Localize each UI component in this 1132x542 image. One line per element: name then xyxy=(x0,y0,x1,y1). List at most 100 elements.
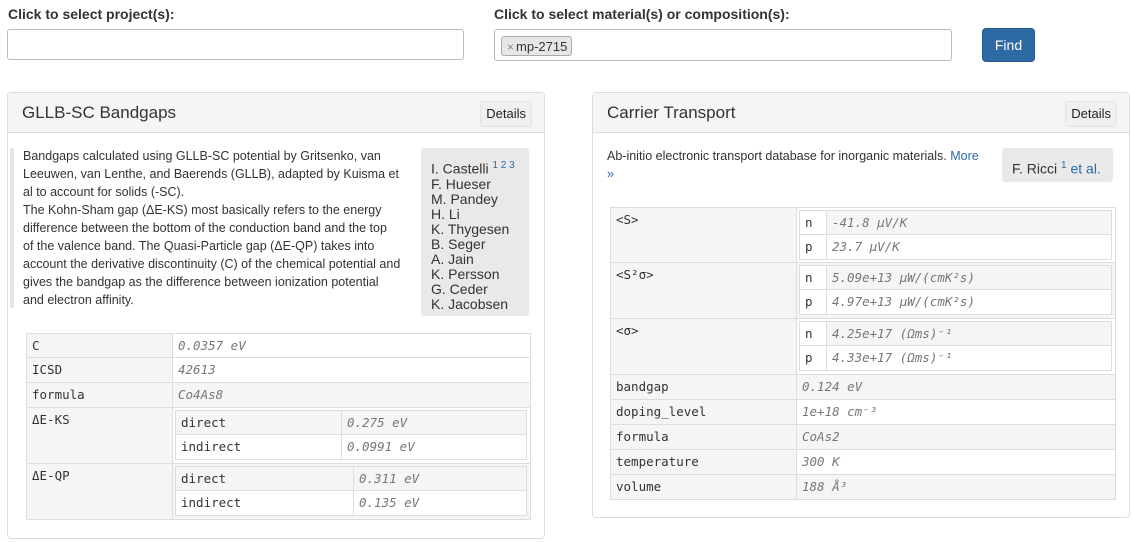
key-label: p xyxy=(805,239,813,254)
author-name[interactable]: B. Seger xyxy=(431,236,515,252)
find-button[interactable]: Find xyxy=(982,28,1035,62)
author-name[interactable]: F. Ricci xyxy=(1012,161,1057,177)
value-label: 0.0991 eV xyxy=(347,439,415,454)
table-value: 0.135 eV xyxy=(353,490,527,516)
key-label: n xyxy=(805,326,813,341)
panel-title: Carrier Transport xyxy=(607,103,736,122)
key-label: p xyxy=(805,294,813,309)
table-key: ΔE-KS xyxy=(26,407,173,464)
panel-header: GLLB-SC Bandgaps Details xyxy=(8,93,544,133)
table-value: 4.97e+13 μW/(cmK²s) xyxy=(826,289,1112,315)
table-key: direct xyxy=(175,410,342,435)
key-label: direct xyxy=(181,471,227,486)
table-key: C xyxy=(26,333,173,358)
table-key: temperature xyxy=(610,449,797,475)
key-label: n xyxy=(805,215,813,230)
value-label: 4.25e+17 (Ωms)⁻¹ xyxy=(832,326,953,341)
value-label: 0.124 eV xyxy=(802,379,863,394)
table-key: <S> xyxy=(610,207,797,263)
table-value: 1e+18 cm⁻³ xyxy=(796,399,1116,425)
table-key: ICSD xyxy=(26,357,173,383)
value-label: 1e+18 cm⁻³ xyxy=(802,404,878,419)
author-name[interactable]: G. Ceder xyxy=(431,281,515,297)
table-value: 0.0357 eV xyxy=(172,333,531,358)
project-label: Click to select project(s): xyxy=(8,6,175,22)
description-text: Ab-initio electronic transport database … xyxy=(607,149,947,163)
description: Ab-initio electronic transport database … xyxy=(607,147,1003,183)
table-key: ΔE-QP xyxy=(26,463,173,520)
table-value: Co4As8 xyxy=(172,382,531,408)
more-link[interactable]: More xyxy=(950,149,978,163)
value-label: 42613 xyxy=(178,362,216,377)
description-line: gives the bandgap as the difference betw… xyxy=(23,275,379,289)
key-label: doping_level xyxy=(616,404,707,419)
table-value: 4.33e+17 (Ωms)⁻¹ xyxy=(826,345,1112,371)
table-key: bandgap xyxy=(610,374,797,400)
table-key: formula xyxy=(26,382,173,408)
value-label: -41.8 μV/K xyxy=(832,215,908,230)
chip-remove-icon[interactable]: × xyxy=(507,40,514,54)
author-name[interactable]: A. Jain xyxy=(431,251,515,267)
author-refs[interactable]: 1 2 3 xyxy=(492,160,514,171)
description: Bandgaps calculated using GLLB-SC potent… xyxy=(23,147,425,309)
material-chip[interactable]: × mp-2715 xyxy=(501,36,573,56)
material-select-input[interactable]: × mp-2715 xyxy=(494,29,952,61)
key-label: formula xyxy=(616,429,669,444)
et-al-link[interactable]: et al. xyxy=(1070,161,1100,177)
table-key: volume xyxy=(610,474,797,500)
value-label: 0.275 eV xyxy=(347,415,408,430)
table-key: p xyxy=(799,234,827,260)
description-line: account the derivative discontinuity (C)… xyxy=(23,257,401,271)
authors-box: F. Ricci 1 et al. xyxy=(1002,148,1113,182)
table-value: 300 K xyxy=(796,449,1116,475)
key-label: ICSD xyxy=(32,362,63,377)
author-name[interactable]: M. Pandey xyxy=(431,191,515,207)
description-line: Bandgaps calculated using GLLB-SC potent… xyxy=(23,149,381,163)
table-value: 0.0991 eV xyxy=(341,434,527,460)
author-first[interactable]: I. Castelli 1 2 3 xyxy=(431,158,515,177)
details-button[interactable]: Details xyxy=(1065,101,1117,127)
key-label: <σ> xyxy=(616,323,639,338)
author-name[interactable]: K. Jacobsen xyxy=(431,296,515,312)
table-key: p xyxy=(799,289,827,315)
table-key: p xyxy=(799,345,827,371)
key-label: direct xyxy=(181,415,227,430)
table-key: <S²σ> xyxy=(610,262,797,319)
more-arrow-link[interactable]: » xyxy=(607,167,614,181)
details-button[interactable]: Details xyxy=(480,101,532,127)
key-label: volume xyxy=(616,479,662,494)
table-value: 23.7 μV/K xyxy=(826,234,1112,260)
value-label: Co4As8 xyxy=(178,387,224,402)
panel-header: Carrier Transport Details xyxy=(593,93,1129,133)
panel-title: GLLB-SC Bandgaps xyxy=(22,103,177,122)
value-label: 23.7 μV/K xyxy=(832,239,900,254)
authors-box: I. Castelli 1 2 3 F. Hueser M. Pandey H.… xyxy=(421,148,529,316)
table-key: indirect xyxy=(175,490,354,516)
table-value: CoAs2 xyxy=(796,424,1116,450)
key-label: p xyxy=(805,350,813,365)
author-name[interactable]: H. Li xyxy=(431,206,515,222)
key-label: <S²σ> xyxy=(616,267,654,282)
key-label: indirect xyxy=(181,495,242,510)
table-key: doping_level xyxy=(610,399,797,425)
description-line: of the valence band. The Quasi-Particle … xyxy=(23,239,375,253)
gllb-sc-bandgaps-panel: GLLB-SC Bandgaps Details Bandgaps calcul… xyxy=(7,92,545,539)
table-key: n xyxy=(799,210,827,235)
table-value: 5.09e+13 μW/(cmK²s) xyxy=(826,265,1112,290)
author-name[interactable]: F. Hueser xyxy=(431,176,515,192)
project-select-input[interactable] xyxy=(7,29,464,60)
table-key: n xyxy=(799,321,827,346)
description-line: difference between the bottom of the con… xyxy=(23,221,387,235)
author-ref[interactable]: 1 xyxy=(1061,160,1067,171)
key-label: <S> xyxy=(616,212,639,227)
author-name[interactable]: K. Persson xyxy=(431,266,515,282)
table-key: n xyxy=(799,265,827,290)
author-name[interactable]: I. Castelli xyxy=(431,161,489,177)
value-label: 0.0357 eV xyxy=(178,338,246,353)
table-value: 0.311 eV xyxy=(353,466,527,491)
value-label: 0.311 eV xyxy=(359,471,420,486)
author-name[interactable]: K. Thygesen xyxy=(431,221,515,237)
key-label: bandgap xyxy=(616,379,669,394)
material-chip-label: mp-2715 xyxy=(516,39,568,54)
key-label: formula xyxy=(32,387,85,402)
